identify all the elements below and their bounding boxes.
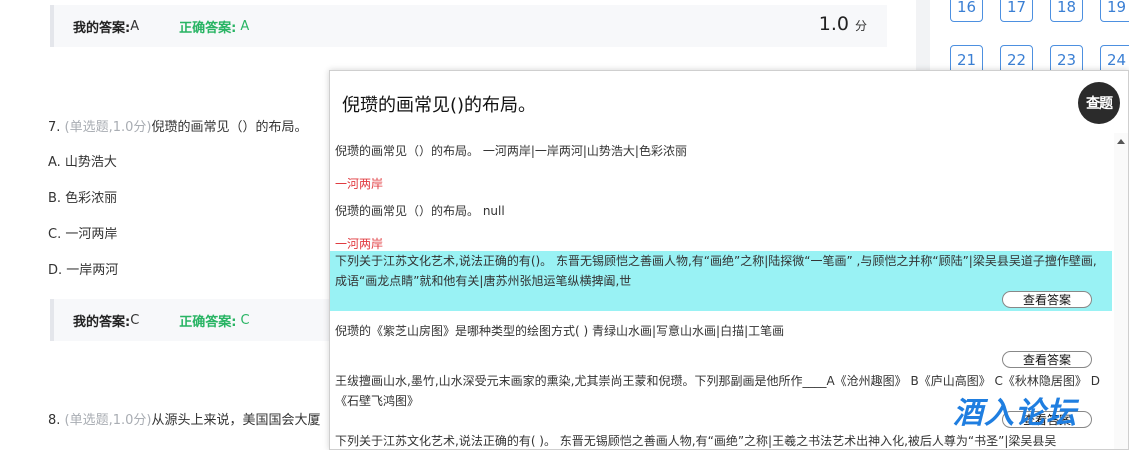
my-answer-value: A <box>130 18 140 34</box>
question-nav-16[interactable]: 16 <box>950 0 983 22</box>
question-number: 8. <box>48 413 61 428</box>
question-nav-17[interactable]: 17 <box>1000 0 1033 22</box>
result-answer: 一河两岸 <box>335 237 384 251</box>
my-answer-label: 我的答案: <box>73 20 131 36</box>
correct-answer-value: C <box>240 312 250 328</box>
score-unit: 分 <box>854 19 867 33</box>
my-answer-label: 我的答案: <box>73 314 131 330</box>
popup-scrollbar[interactable] <box>1114 133 1128 449</box>
question-meta: (单选题,1.0分) <box>64 413 152 428</box>
question-meta: (单选题,1.0分) <box>64 120 152 135</box>
score: 1.0 分 <box>819 13 867 35</box>
result-answer: 一河两岸 <box>335 177 384 191</box>
question-nav-18[interactable]: 18 <box>1050 0 1083 22</box>
result-question: 倪瓒的画常见（）的布局。 null <box>335 204 505 218</box>
question-nav-19[interactable]: 19 <box>1100 0 1129 22</box>
result-question: 下列关于江苏文化艺术,说法正确的有( )。 东晋无锡顾恺之善画人物,有“画绝”之… <box>335 434 1057 448</box>
correct-answer-label: 正确答案: <box>179 20 237 36</box>
view-answer-button[interactable]: 查看答案 <box>1002 291 1092 308</box>
popup-title: 倪瓒的画常见()的布局。 <box>342 95 537 116</box>
option-a[interactable]: A. 山势浩大 <box>48 151 117 170</box>
question-8-title: 8. (单选题,1.0分)从源头上来说，美国国会大厦 <box>48 409 321 428</box>
view-answer-button[interactable]: 查看答案 <box>1002 351 1092 368</box>
option-b[interactable]: B. 色彩浓丽 <box>48 187 117 206</box>
question-number: 7. <box>48 120 61 135</box>
forum-watermark: 酒入论坛 <box>953 396 1077 431</box>
question-text: 从源头上来说，美国国会大厦 <box>151 413 321 428</box>
score-value: 1.0 <box>818 13 849 35</box>
answer-box-6: 我的答案: A 正确答案: A 1.0 分 <box>50 5 887 47</box>
scroll-up-arrow-icon[interactable] <box>1117 139 1125 144</box>
option-d[interactable]: D. 一岸两河 <box>48 259 118 278</box>
scroll-thumb[interactable] <box>1117 149 1125 449</box>
correct-answer-label: 正确答案: <box>179 314 237 330</box>
question-7-title: 7. (单选题,1.0分)倪瓒的画常见（）的布局。 <box>48 116 308 135</box>
correct-answer-value: A <box>240 18 250 34</box>
result-question: 倪瓒的画常见（）的布局。 一河两岸|一岸两河|山势浩大|色彩浓丽 <box>335 144 687 158</box>
result-question: 下列关于江苏文化艺术,说法正确的有()。 东晋无锡顾恺之善画人物,有“画绝”之称… <box>335 254 1097 288</box>
question-text: 倪瓒的画常见（）的布局。 <box>151 120 308 135</box>
result-question: 倪瓒的《紫芝山房图》是哪种类型的绘图方式( ) 青绿山水画|写意山水画|白描|工… <box>335 324 785 338</box>
lookup-question-button[interactable]: 查题 <box>1078 82 1120 124</box>
option-c[interactable]: C. 一河两岸 <box>48 223 117 242</box>
my-answer-value: C <box>130 312 140 328</box>
